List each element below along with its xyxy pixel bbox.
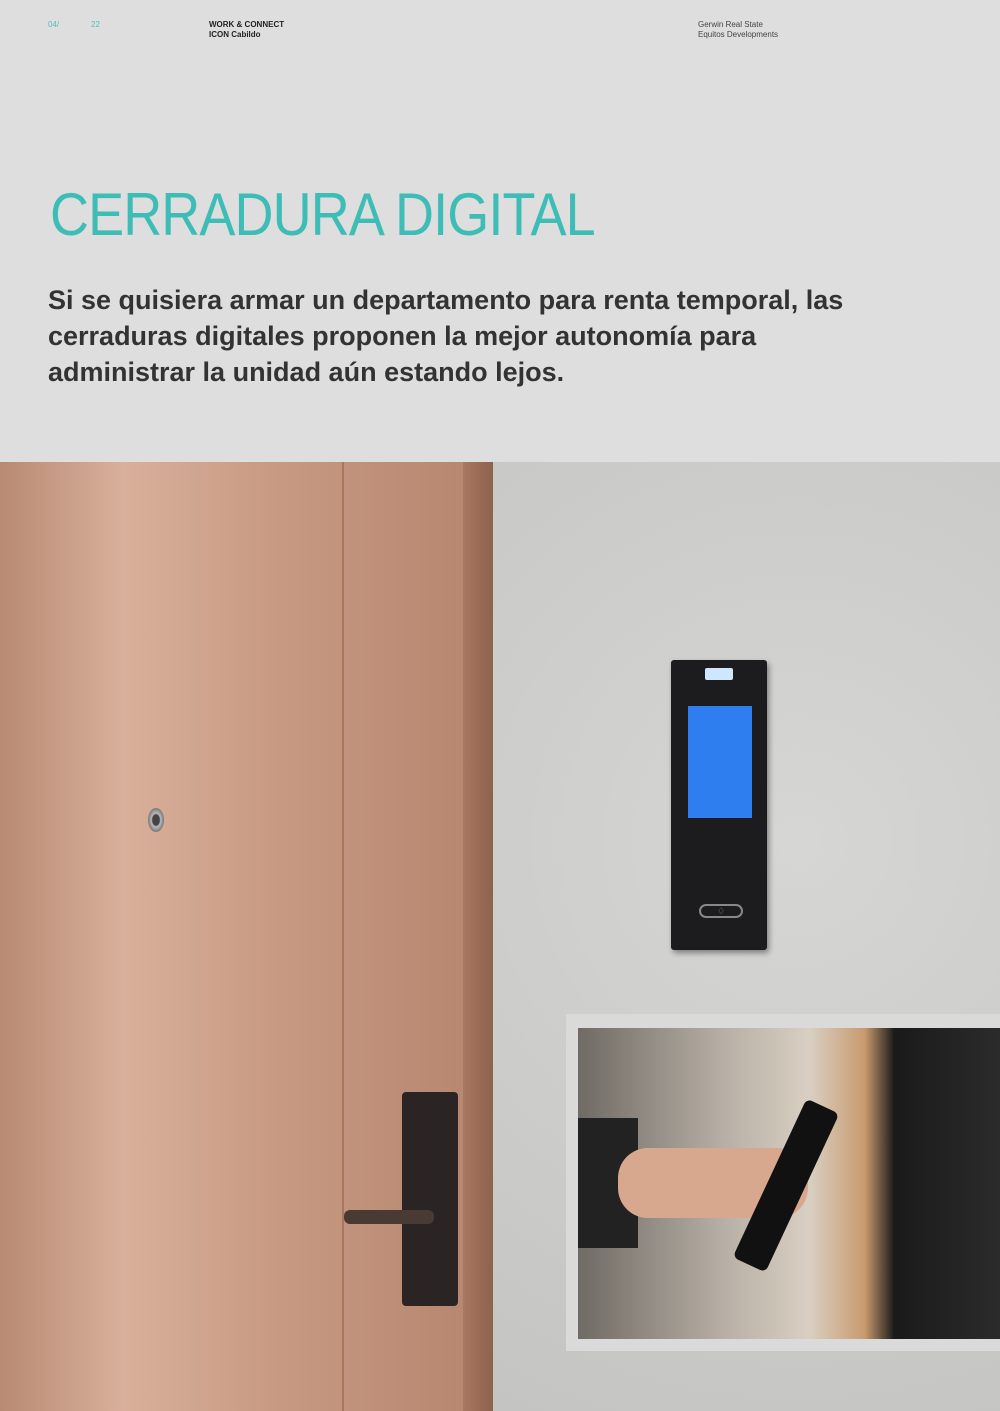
page-prefix: 04/ — [48, 20, 60, 29]
page-title: CERRADURA DIGITAL — [50, 181, 596, 248]
company-label: Gerwin Real State Equitos Developments — [698, 20, 778, 40]
digital-lock-panel: ♢ — [671, 660, 767, 950]
camera-icon — [705, 668, 733, 680]
project-line1: WORK & CONNECT — [209, 20, 285, 29]
company-line1: Gerwin Real State — [698, 20, 763, 29]
card-lock — [402, 1092, 458, 1306]
page-number: 22 — [91, 20, 100, 29]
lead-paragraph: Si se quisiera armar un departamento par… — [48, 285, 844, 387]
bell-icon: ♢ — [699, 904, 743, 918]
phone-unlock-image — [578, 1028, 1000, 1339]
peephole — [148, 808, 164, 832]
door-seam — [342, 462, 344, 1411]
lock-screen — [688, 706, 752, 818]
phone-unlock-photo — [566, 1014, 1000, 1351]
door-edge — [463, 462, 493, 1411]
company-line2: Equitos Developments — [698, 30, 779, 39]
project-line2: ICON Cabildo — [209, 30, 261, 39]
door-photo — [0, 462, 493, 1411]
door-handle — [344, 1210, 434, 1224]
project-label: WORK & CONNECT ICON Cabildo — [209, 20, 284, 40]
